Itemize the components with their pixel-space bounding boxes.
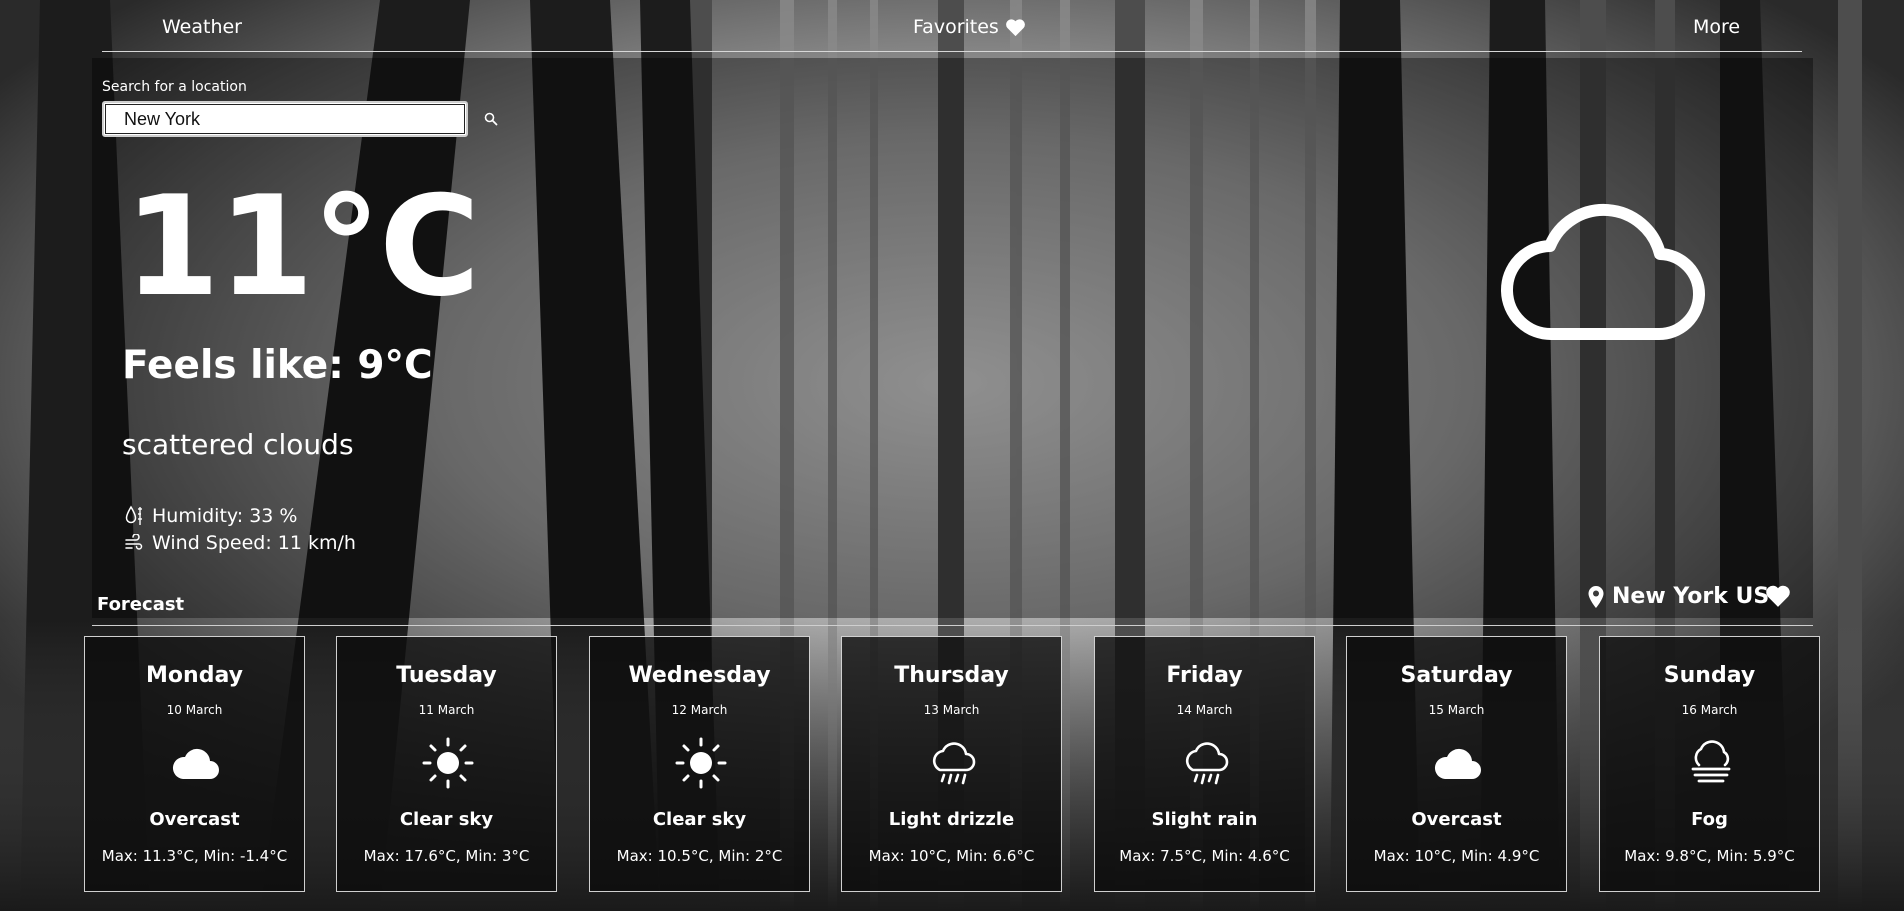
humidity-row: Humidity: 33 % — [124, 505, 297, 527]
card-temps: Max: 17.6°C, Min: 3°C — [363, 847, 530, 865]
card-day: Thursday — [894, 663, 1009, 688]
card-date: 14 March — [1176, 703, 1233, 717]
card-day: Saturday — [1400, 663, 1513, 688]
rain-icon — [927, 737, 979, 789]
top-nav: Weather Favorites More — [0, 0, 1904, 52]
wind-icon — [125, 534, 143, 550]
forecast-card[interactable]: Sunday 16 March Fog Max: 9.8°C, Min: 5.9… — [1599, 636, 1820, 892]
rain-icon — [1180, 737, 1232, 789]
forecast-divider — [92, 625, 1813, 626]
sun-icon — [422, 737, 474, 789]
card-temps: Max: 9.8°C, Min: 5.9°C — [1624, 847, 1795, 865]
search-icon[interactable] — [483, 111, 499, 127]
card-temps: Max: 10°C, Min: 6.6°C — [868, 847, 1035, 865]
card-day: Friday — [1166, 663, 1243, 688]
card-day: Wednesday — [628, 663, 771, 688]
sun-icon — [675, 737, 727, 789]
card-date: 12 March — [671, 703, 728, 717]
location-label: New York US — [1588, 584, 1769, 609]
card-date: 16 March — [1681, 703, 1738, 717]
card-temps: Max: 7.5°C, Min: 4.6°C — [1119, 847, 1290, 865]
nav-favorites-link[interactable]: Favorites — [913, 16, 1026, 38]
card-condition: Clear sky — [399, 809, 494, 830]
card-date: 10 March — [166, 703, 223, 717]
favorite-heart-button[interactable] — [1765, 584, 1791, 608]
fog-icon — [1685, 737, 1737, 789]
current-temperature: 11°C — [124, 166, 480, 327]
card-date: 11 March — [418, 703, 475, 717]
wind-text: Wind Speed: 11 km/h — [152, 532, 356, 554]
humidity-text: Humidity: 33 % — [152, 505, 298, 527]
map-pin-icon — [1588, 585, 1604, 608]
weather-description: scattered clouds — [122, 428, 354, 461]
card-condition: Overcast — [1411, 809, 1502, 830]
forecast-card[interactable]: Saturday 15 March Overcast Max: 10°C, Mi… — [1346, 636, 1567, 892]
forecast-card[interactable]: Friday 14 March Slight rain Max: 7.5°C, … — [1094, 636, 1315, 892]
cloud-icon — [170, 737, 222, 789]
nav-favorites-label: Favorites — [913, 16, 999, 38]
nav-more-link[interactable]: More — [1693, 16, 1740, 38]
card-date: 13 March — [923, 703, 980, 717]
heart-icon — [1005, 18, 1025, 36]
location-text: New York US — [1612, 584, 1770, 609]
card-condition: Overcast — [149, 809, 240, 830]
card-temps: Max: 10°C, Min: 4.9°C — [1373, 847, 1540, 865]
cloud-icon — [1501, 203, 1705, 341]
cloud-icon — [1432, 737, 1484, 789]
humidity-icon — [125, 505, 142, 525]
nav-divider — [102, 51, 1802, 52]
forecast-card[interactable]: Thursday 13 March Light drizzle Max: 10°… — [841, 636, 1062, 892]
forecast-title: Forecast — [97, 594, 185, 615]
forecast-card[interactable]: Monday 10 March Overcast Max: 11.3°C, Mi… — [84, 636, 305, 892]
search-input[interactable] — [102, 101, 468, 137]
forecast-cards: Monday 10 March Overcast Max: 11.3°C, Mi… — [84, 636, 1822, 892]
card-day: Sunday — [1663, 663, 1756, 688]
card-temps: Max: 10.5°C, Min: 2°C — [616, 847, 783, 865]
card-condition: Clear sky — [652, 809, 747, 830]
search-label: Search for a location — [102, 79, 247, 95]
wind-row: Wind Speed: 11 km/h — [124, 532, 356, 554]
forecast-card[interactable]: Tuesday 11 March Clear sky Max: 17.6°C, … — [336, 636, 557, 892]
card-condition: Slight rain — [1151, 809, 1258, 830]
feels-like: Feels like: 9°C — [122, 343, 433, 388]
nav-weather-link[interactable]: Weather — [162, 16, 242, 38]
card-condition: Fog — [1691, 809, 1728, 830]
forecast-card[interactable]: Wednesday 12 March Clear sky Max: 10.5°C… — [589, 636, 810, 892]
card-condition: Light drizzle — [888, 809, 1015, 830]
card-day: Monday — [146, 663, 243, 688]
card-day: Tuesday — [396, 663, 497, 688]
card-temps: Max: 11.3°C, Min: -1.4°C — [101, 847, 288, 865]
card-date: 15 March — [1428, 703, 1485, 717]
